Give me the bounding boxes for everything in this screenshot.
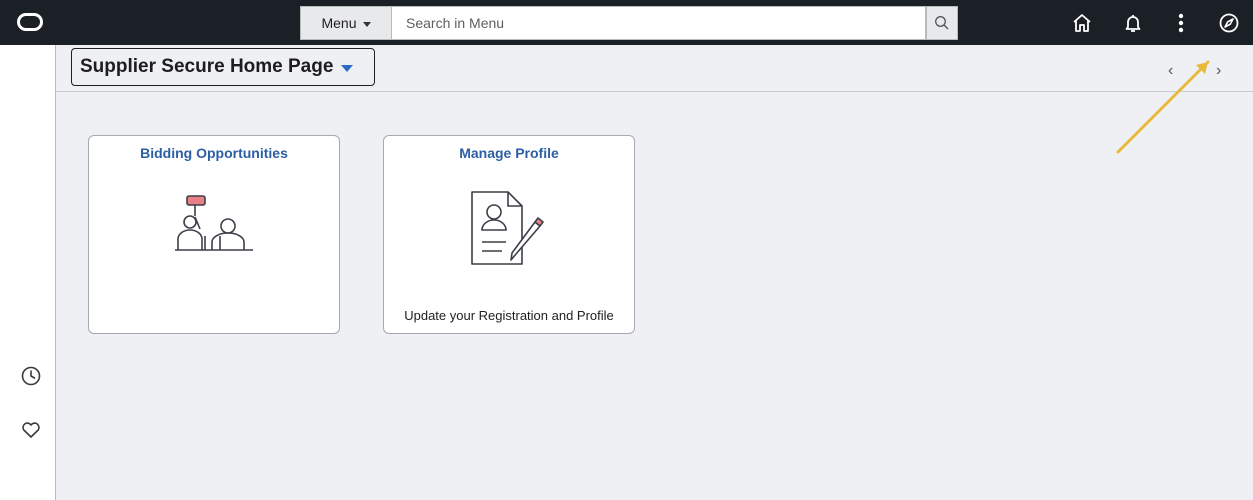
search-input[interactable]	[392, 6, 926, 40]
page-title-bar: Supplier Secure Home Page ‹ ›	[56, 45, 1253, 92]
annotation-arrow	[1116, 60, 1210, 154]
caret-down-icon	[341, 64, 354, 72]
bidding-auction-icon	[175, 195, 253, 251]
bell-icon	[1125, 15, 1141, 32]
homepage-selector[interactable]: Supplier Secure Home Page	[71, 48, 375, 86]
recent-clock-icon	[21, 366, 41, 386]
favorites-button[interactable]	[20, 419, 42, 441]
menu-dropdown-button[interactable]: Menu	[300, 6, 392, 40]
more-vert-icon	[1178, 13, 1184, 33]
favorites-heart-icon	[22, 422, 40, 438]
search-button[interactable]	[926, 6, 958, 40]
notifications-button[interactable]	[1120, 10, 1146, 36]
top-navigation-bar: Menu	[0, 0, 1253, 45]
navbar-button[interactable]	[1216, 10, 1242, 36]
page-title: Supplier Secure Home Page	[80, 56, 334, 77]
tile-title: Manage Profile	[459, 145, 559, 161]
recently-visited-button[interactable]	[20, 365, 42, 387]
caret-down-icon	[362, 21, 371, 27]
main-content: Supplier Secure Home Page ‹ › Bidding Op…	[56, 45, 1253, 500]
profile-document-edit-icon	[471, 191, 544, 265]
search-icon	[935, 16, 949, 30]
actions-menu-button[interactable]	[1168, 10, 1194, 36]
logo-icon[interactable]	[17, 13, 43, 31]
home-icon	[1073, 14, 1091, 32]
tile-manage-profile[interactable]: Manage Profile Update your Registration …	[383, 135, 635, 334]
menu-label: Menu	[321, 15, 357, 31]
compass-icon	[1219, 13, 1239, 33]
tile-title: Bidding Opportunities	[140, 145, 288, 161]
left-sidebar	[0, 45, 56, 500]
tile-bidding-opportunities[interactable]: Bidding Opportunities	[88, 135, 340, 334]
tile-description: Update your Registration and Profile	[404, 308, 614, 323]
home-button[interactable]	[1069, 10, 1095, 36]
